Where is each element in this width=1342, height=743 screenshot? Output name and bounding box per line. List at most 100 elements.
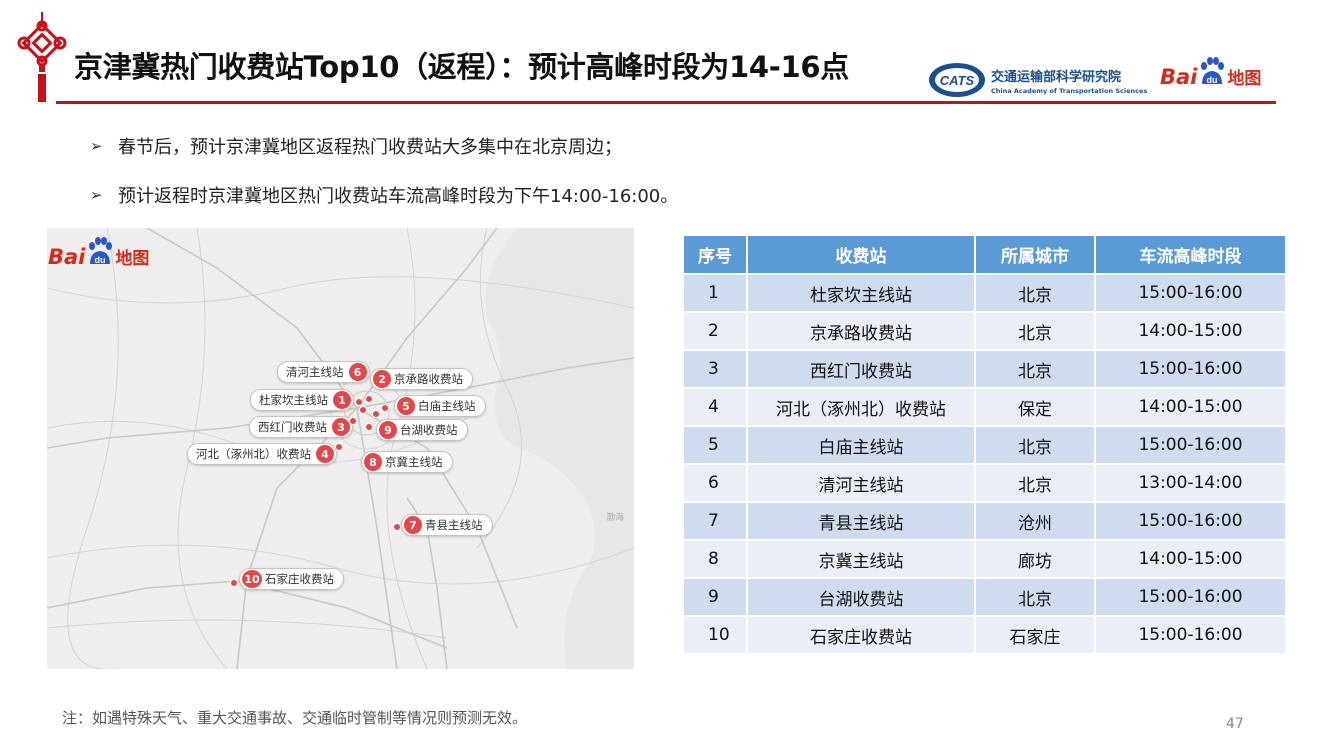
map-location-dot [355, 398, 363, 406]
cell-rank: 1 [682, 273, 748, 313]
chinese-knot-icon [17, 12, 67, 102]
map-marker-8[interactable]: 8 京冀主线站 [361, 451, 453, 473]
table-row: 6 清河主线站 北京 13:00-14:00 [682, 463, 1287, 503]
cell-rank: 7 [682, 501, 748, 541]
cell-city: 石家庄 [974, 615, 1096, 655]
map-marker-4[interactable]: 河北（涿州北）收费站 4 [187, 443, 337, 465]
table-row: 8 京冀主线站 廊坊 14:00-15:00 [682, 539, 1287, 579]
cell-station: 台湖收费站 [746, 577, 976, 617]
map-marker-7[interactable]: 7 青县主线站 [401, 514, 493, 536]
map-location-dot [359, 406, 367, 414]
map-marker-label: 青县主线站 [425, 518, 483, 532]
page-title: 京津冀热门收费站Top10（返程）：预计高峰时段为14-16点 [74, 50, 849, 84]
map-marker-label: 西红门收费站 [258, 420, 327, 434]
cell-station: 清河主线站 [746, 463, 976, 503]
map-panel[interactable]: 渤海 清河主线站 6 2 京承路收费站 杜家坎主线站 1 5 白庙主线站 西红门收费站 3… [47, 228, 634, 669]
map-marker-6[interactable]: 清河主线站 6 [277, 361, 370, 383]
svg-text:CATS: CATS [940, 73, 975, 88]
table-row: 10 石家庄收费站 石家庄 15:00-16:00 [682, 615, 1287, 655]
cell-peak-time: 14:00-15:00 [1094, 539, 1287, 579]
cell-rank: 3 [682, 349, 748, 389]
map-location-dot [365, 395, 373, 403]
map-marker-3[interactable]: 西红门收费站 3 [249, 416, 353, 438]
cell-rank: 2 [682, 311, 748, 351]
map-marker-number: 1 [333, 391, 351, 409]
arrow-bullet-icon: ➢ [90, 137, 103, 155]
cell-rank: 6 [682, 463, 748, 503]
map-location-dot [372, 410, 380, 418]
map-marker-label: 石家庄收费站 [265, 572, 334, 586]
bullet-list: ➢ 春节后，预计京津冀地区返程热门收费站大多集中在北京周边； ➢ 预计返程时京津… [90, 133, 678, 231]
cell-city: 北京 [974, 463, 1096, 503]
cell-rank: 9 [682, 577, 748, 617]
cell-station: 西红门收费站 [746, 349, 976, 389]
map-marker-number: 9 [379, 421, 397, 439]
cats-name-cn: 交通运输部科学研究院 [991, 70, 1122, 85]
map-marker-10[interactable]: 10 石家庄收费站 [239, 568, 344, 590]
cell-peak-time: 13:00-14:00 [1094, 463, 1287, 503]
cats-logo-icon: CATS [929, 63, 985, 97]
map-marker-number: 5 [397, 397, 415, 415]
map-marker-number: 10 [242, 570, 262, 588]
map-marker-number: 6 [348, 363, 367, 381]
table-row: 1 杜家坎主线站 北京 15:00-16:00 [682, 273, 1287, 313]
map-marker-label: 杜家坎主线站 [259, 393, 328, 407]
bullet-item: ➢ 春节后，预计京津冀地区返程热门收费站大多集中在北京周边； [90, 133, 678, 159]
sea-label: 渤海 [606, 511, 624, 523]
baidu-paw-icon: du [86, 236, 114, 268]
cell-peak-time: 15:00-16:00 [1094, 273, 1287, 313]
cell-peak-time: 14:00-15:00 [1094, 387, 1287, 427]
baidu-logo-du: du [95, 255, 106, 265]
cell-peak-time: 15:00-16:00 [1094, 615, 1287, 655]
cell-rank: 4 [682, 387, 748, 427]
cell-city: 北京 [974, 577, 1096, 617]
table-header-row: 序号 收费站 所属城市 车流高峰时段 [682, 234, 1287, 275]
cell-station: 杜家坎主线站 [746, 273, 976, 313]
map-marker-number: 7 [404, 516, 422, 534]
table-header: 车流高峰时段 [1094, 234, 1287, 275]
cell-station: 京冀主线站 [746, 539, 976, 579]
cell-rank: 8 [682, 539, 748, 579]
cell-city: 北京 [974, 425, 1096, 465]
cell-peak-time: 14:00-15:00 [1094, 311, 1287, 351]
baidu-logo-bai: Bai [48, 245, 86, 269]
cell-station: 石家庄收费站 [746, 615, 976, 655]
cell-city: 保定 [974, 387, 1096, 427]
bullet-item: ➢ 预计返程时京津冀地区热门收费站车流高峰时段为下午14:00-16:00。 [90, 182, 678, 208]
table-row: 4 河北（涿州北）收费站 保定 14:00-15:00 [682, 387, 1287, 427]
cell-city: 北京 [974, 273, 1096, 313]
baidu-logo-du: du [1207, 75, 1218, 85]
map-marker-number: 4 [316, 445, 334, 463]
page-number: 47 [1226, 716, 1244, 732]
cell-city: 北京 [974, 349, 1096, 389]
baidu-paw-icon: du [1198, 56, 1226, 88]
map-baidu-logo: Bai du 地图 [48, 236, 149, 268]
baidu-logo-map: 地图 [115, 249, 150, 269]
arrow-bullet-icon: ➢ [90, 186, 103, 204]
map-marker-label: 白庙主线站 [418, 399, 476, 413]
map-location-dot [365, 423, 373, 431]
map-marker-label: 清河主线站 [286, 365, 344, 379]
baidu-map-logo: Bai du 地图 [1160, 56, 1261, 88]
table-row: 2 京承路收费站 北京 14:00-15:00 [682, 311, 1287, 351]
map-marker-label: 京冀主线站 [385, 455, 443, 469]
toll-station-table: 序号 收费站 所属城市 车流高峰时段 1 杜家坎主线站 北京 15:00-16:… [682, 234, 1287, 655]
title-divider [56, 101, 1276, 104]
baidu-logo-map: 地图 [1227, 69, 1262, 89]
map-marker-5[interactable]: 5 白庙主线站 [394, 395, 486, 417]
map-marker-9[interactable]: 9 台湖收费站 [376, 419, 468, 441]
table-row: 9 台湖收费站 北京 15:00-16:00 [682, 577, 1287, 617]
cell-station: 青县主线站 [746, 501, 976, 541]
table-header: 所属城市 [974, 234, 1096, 275]
map-marker-number: 3 [332, 418, 350, 436]
cell-peak-time: 15:00-16:00 [1094, 501, 1287, 541]
map-marker-2[interactable]: 2 京承路收费站 [370, 368, 473, 390]
bullet-text: 预计返程时京津冀地区热门收费站车流高峰时段为下午14:00-16:00。 [118, 186, 679, 207]
map-location-dot [393, 523, 401, 531]
table-row: 3 西红门收费站 北京 15:00-16:00 [682, 349, 1287, 389]
cell-city: 北京 [974, 311, 1096, 351]
map-marker-1[interactable]: 杜家坎主线站 1 [250, 389, 354, 411]
cell-peak-time: 15:00-16:00 [1094, 577, 1287, 617]
cell-city: 廊坊 [974, 539, 1096, 579]
baidu-logo-bai: Bai [1160, 65, 1198, 89]
